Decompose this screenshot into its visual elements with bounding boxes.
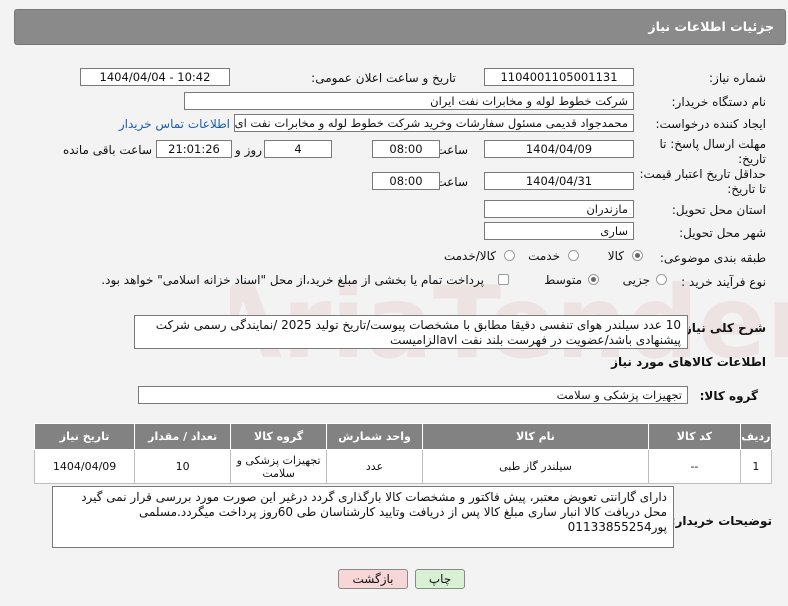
category-option-both: کالا/خدمت <box>443 249 496 263</box>
print-button[interactable]: چاپ <box>415 569 465 589</box>
validity-time-label: ساعت <box>435 175 468 189</box>
page-title: جزئیات اطلاعات نیاز <box>648 19 774 34</box>
goods-section-title: اطلاعات کالاهای مورد نیاز <box>611 355 766 369</box>
table-row[interactable]: 1 -- سیلندر گاز طبی عدد تجهیزات پزشکی و … <box>33 449 773 484</box>
cell-row-number: 1 <box>739 449 773 484</box>
category-option-service: خدمت <box>528 249 560 263</box>
process-option-minor: جزیی <box>622 273 650 287</box>
treasury-checkbox[interactable] <box>498 274 509 285</box>
cell-item-name: سیلندر گاز طبی <box>422 449 649 484</box>
buyer-notes-textarea[interactable]: دارای گارانتی تعویض معتبر، پیش فاکتور و … <box>52 486 674 548</box>
days-label: روز و <box>235 143 262 157</box>
cell-item-code: -- <box>648 449 741 484</box>
col-item-group: گروه کالا <box>230 423 328 450</box>
category-option-goods: کالا <box>607 249 624 263</box>
need-number-label: شماره نیاز: <box>709 71 766 85</box>
back-button[interactable]: بازگشت <box>338 569 408 589</box>
buyer-notes-label: توضیحات خریدار: <box>670 514 772 528</box>
category-label: طبقه بندی موضوعی: <box>659 251 766 265</box>
announce-label: تاریخ و ساعت اعلان عمومی: <box>311 71 456 85</box>
buyer-org-label: نام دستگاه خریدار: <box>671 95 767 109</box>
col-unit: واحد شمارش <box>326 423 424 450</box>
col-row-number: ردیف <box>739 423 773 450</box>
validity-time-field[interactable]: 08:00 <box>372 172 440 190</box>
province-label: استان محل تحویل: <box>671 203 766 217</box>
category-radio-both[interactable] <box>504 250 515 261</box>
deadline-date-field[interactable]: 1404/04/09 <box>484 140 634 158</box>
announce-field[interactable]: 1404/04/04 - 10:42 <box>80 68 230 86</box>
remaining-time-field[interactable]: 21:01:26 <box>156 140 232 158</box>
goods-group-field[interactable]: تجهیزات پزشکی و سلامت <box>138 386 688 404</box>
city-field[interactable]: ساری <box>484 222 634 240</box>
validity-date-field[interactable]: 1404/04/31 <box>484 172 634 190</box>
cell-quantity: 10 <box>134 449 232 484</box>
table-header-row: ردیف کد کالا نام کالا واحد شمارش گروه کا… <box>33 423 773 450</box>
goods-group-label: گروه کالا: <box>699 389 758 403</box>
process-radio-minor[interactable] <box>656 274 667 285</box>
creator-field[interactable]: محمدجواد قدیمی مسئول سفارشات وخرید شرکت … <box>234 114 634 132</box>
deadline-time-field[interactable]: 08:00 <box>372 140 440 158</box>
contact-buyer-link[interactable]: اطلاعات تماس خریدار <box>119 117 230 131</box>
process-option-medium: متوسط <box>544 273 582 287</box>
col-item-code: کد کالا <box>648 423 741 450</box>
category-radio-goods[interactable] <box>632 250 643 261</box>
items-table: ردیف کد کالا نام کالا واحد شمارش گروه کا… <box>33 423 773 484</box>
days-field[interactable]: 4 <box>264 140 332 158</box>
need-number-field[interactable]: 1104001105001131 <box>484 68 634 86</box>
cell-need-date: 1404/04/09 <box>33 449 136 484</box>
cell-unit: عدد <box>326 449 424 484</box>
process-label: نوع فرآیند خرید : <box>681 275 766 289</box>
remaining-label: ساعت باقی مانده <box>62 143 152 157</box>
description-textarea[interactable]: 10 عدد سیلندر هوای تنفسی دقیقا مطابق با … <box>134 315 688 349</box>
col-quantity: تعداد / مقدار <box>134 423 232 450</box>
deadline-label: مهلت ارسال پاسخ: تا تاریخ: <box>659 137 766 166</box>
cell-item-group: تجهیزات پزشکی و سلامت <box>230 449 328 484</box>
category-radio-service[interactable] <box>568 250 579 261</box>
col-item-name: نام کالا <box>422 423 649 450</box>
buyer-org-field[interactable]: شرکت خطوط لوله و مخابرات نفت ایران <box>184 92 634 110</box>
creator-label: ایجاد کننده درخواست: <box>655 117 766 131</box>
city-label: شهر محل تحویل: <box>679 226 766 240</box>
process-radio-medium[interactable] <box>588 274 599 285</box>
deadline-time-label: ساعت <box>435 143 468 157</box>
description-label: شرح کلی نیاز: <box>680 321 766 335</box>
process-note: پرداخت تمام یا بخشی از مبلغ خرید،از محل … <box>101 273 484 287</box>
validity-label: حداقل تاریخ اعتبار قیمت: تا تاریخ: <box>639 167 766 196</box>
col-need-date: تاریخ نیاز <box>33 423 136 450</box>
province-field[interactable]: مازندران <box>484 200 634 218</box>
